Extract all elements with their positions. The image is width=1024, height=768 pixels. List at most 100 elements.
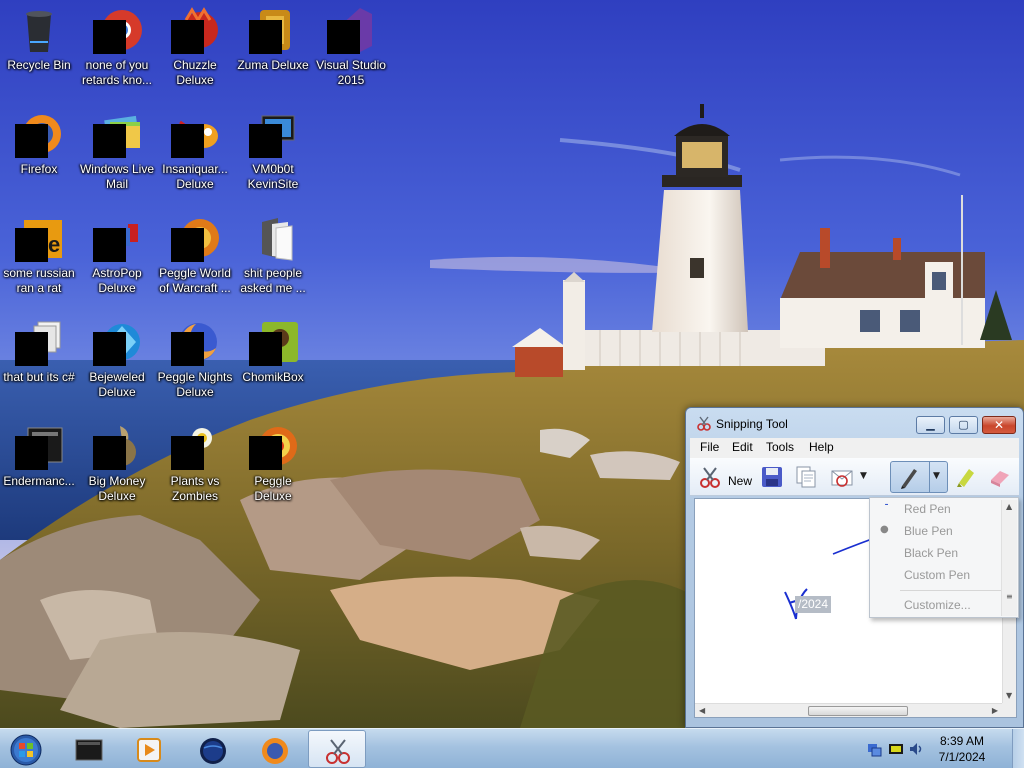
toolbar: New ▼ ▼	[690, 458, 1019, 496]
clock-time: 8:39 AM	[939, 734, 985, 748]
desktop-icon-chomikbox[interactable]: ChomikBox	[234, 312, 312, 412]
close-button[interactable]: ✕	[982, 416, 1016, 434]
clock[interactable]: 8:39 AM 7/1/2024	[922, 733, 1002, 765]
desktop-icon-peggle-wow[interactable]: Peggle World of Warcraft ...	[156, 208, 234, 308]
maximize-button[interactable]: ▢	[949, 416, 978, 434]
eraser-icon	[991, 471, 1009, 487]
start-button[interactable]	[2, 730, 50, 768]
globe-icon	[200, 738, 226, 764]
network-icon[interactable]	[866, 741, 882, 757]
desktop-icon-chrome-shortcut[interactable]: none of you retards kno...	[78, 0, 156, 100]
taskbar-snipping-tool-button[interactable]	[308, 730, 366, 768]
desktop-icon-chuzzle-deluxe[interactable]: Chuzzle Deluxe	[156, 0, 234, 100]
desktop-icon-label: Peggle World of Warcraft ...	[159, 266, 231, 295]
scroll-up-icon[interactable]: ▲	[1006, 502, 1012, 511]
menu-item-customize[interactable]: Customize...	[904, 598, 971, 612]
desktop-icon-zuma-deluxe[interactable]: Zuma Deluxe	[234, 0, 312, 100]
eraser-button[interactable]	[986, 463, 1014, 491]
desktop-icon-label: ChomikBox	[242, 370, 304, 384]
menu-scrollbar[interactable]: ▲ ≡	[1001, 500, 1017, 616]
split-divider	[929, 462, 930, 492]
title-bar[interactable]: Snipping Tool ▁ ▢ ✕	[686, 408, 1023, 438]
system-tray: 8:39 AM 7/1/2024	[854, 729, 1024, 768]
envelope-icon	[831, 470, 853, 487]
redaction-box	[15, 228, 48, 262]
terminal-icon	[75, 739, 103, 761]
menu-item-custom-pen[interactable]: Custom Pen	[904, 568, 970, 582]
redaction-box	[171, 436, 204, 470]
dropdown-arrow-icon[interactable]: ▼	[860, 471, 867, 481]
redaction-box	[15, 124, 48, 158]
desktop-icon-astropop[interactable]: AstroPop Deluxe	[78, 208, 156, 308]
desktop-icon-visual-studio[interactable]: Visual Studio 2015	[312, 0, 390, 100]
redaction-box	[15, 436, 48, 470]
desktop-icon-label: shit people asked me ...	[240, 266, 306, 295]
desktop-icon-label: Peggle Deluxe	[254, 474, 292, 503]
desktop-icon-label: Endermanc...	[3, 474, 75, 488]
svg-text:e: e	[48, 232, 60, 257]
copy-button[interactable]	[792, 463, 820, 491]
pen-color-swatch-icon: ⁃	[884, 500, 889, 511]
desktop-icon-firefox[interactable]: Firefox	[0, 104, 78, 204]
save-button[interactable]	[758, 463, 786, 491]
menu-edit[interactable]: Edit	[732, 440, 753, 454]
desktop-icon-label: none of you retards kno...	[81, 58, 153, 87]
desktop-icon-windows-live-mail[interactable]: Windows Live Mail	[78, 104, 156, 204]
new-snip-button[interactable]: New	[694, 463, 754, 491]
folder-icon	[262, 218, 293, 261]
desktop-icon-vm0b0t[interactable]: VM0b0t KevinSite	[234, 104, 312, 204]
monitor-tray-icon[interactable]	[888, 741, 904, 757]
copy-icon	[796, 466, 816, 488]
scrollbar-thumb[interactable]	[808, 706, 908, 716]
show-desktop-button[interactable]	[1012, 729, 1024, 768]
captured-date-text: /2024	[795, 596, 832, 613]
redaction-box	[171, 332, 204, 366]
desktop-icon-label: AstroPop Deluxe	[92, 266, 142, 295]
size-grip	[1002, 703, 1016, 717]
desktop-icon-insaniquarium[interactable]: Insaniquar... Deluxe	[156, 104, 234, 204]
taskbar-firefox-button[interactable]	[246, 730, 302, 768]
new-label: New	[728, 474, 753, 488]
scroll-down-icon[interactable]: ▼	[1006, 691, 1012, 700]
desktop-icon-some-russian[interactable]: e some russian ran a rat	[0, 208, 78, 308]
taskbar-terminal-button[interactable]	[60, 730, 116, 768]
menu-file[interactable]: File	[700, 440, 719, 454]
scroll-right-icon[interactable]: ▶	[992, 706, 998, 715]
pen-button[interactable]: ▼	[890, 461, 948, 493]
desktop-icon-endermanch[interactable]: Endermanc...	[0, 416, 78, 516]
menu-item-black-pen[interactable]: Black Pen	[904, 546, 958, 560]
redaction-box	[171, 228, 204, 262]
taskbar-globe-button[interactable]	[184, 730, 240, 768]
desktop-icon-recycle-bin[interactable]: Recycle Bin	[0, 0, 78, 100]
menu-help[interactable]: Help	[809, 440, 834, 454]
redaction-box	[171, 20, 204, 54]
menu-item-blue-pen[interactable]: Blue Pen	[904, 524, 953, 538]
desktop-icon-label: Plants vs Zombies	[170, 474, 220, 503]
menu-item-red-pen[interactable]: Red Pen	[904, 502, 951, 516]
highlighter-button[interactable]	[952, 463, 978, 491]
horizontal-scrollbar[interactable]: ◀ ▶	[695, 703, 1002, 717]
pen-dropdown-arrow-icon[interactable]: ▼	[933, 471, 940, 481]
desktop-icon-peggle-deluxe[interactable]: Peggle Deluxe	[234, 416, 312, 516]
selected-bullet-icon: ●	[880, 524, 889, 535]
redaction-box	[249, 436, 282, 470]
redaction-box	[93, 228, 126, 262]
scroll-grip-icon[interactable]: ≡	[1006, 592, 1013, 601]
desktop-icon-label: Zuma Deluxe	[237, 58, 309, 72]
desktop-icon-plants-vs-zombies[interactable]: Plants vs Zombies	[156, 416, 234, 516]
scroll-left-icon[interactable]: ◀	[699, 706, 705, 715]
desktop-icon-peggle-nights[interactable]: Peggle Nights Deluxe	[156, 312, 234, 412]
pen-icon	[901, 469, 917, 489]
desktop-icon-label: Big Money Deluxe	[88, 474, 146, 503]
desktop-icon-bejeweled[interactable]: Bejeweled Deluxe	[78, 312, 156, 412]
desktop-icon-big-money[interactable]: Big Money Deluxe	[78, 416, 156, 516]
taskbar-media-player-button[interactable]	[120, 730, 176, 768]
desktop-icon-shit-people-asked[interactable]: shit people asked me ...	[234, 208, 312, 308]
desktop-icon-label: Recycle Bin	[7, 58, 71, 72]
minimize-button[interactable]: ▁	[916, 416, 945, 434]
send-snip-button[interactable]: ▼	[828, 463, 872, 491]
floppy-disk-icon	[762, 467, 782, 487]
desktop-icon-that-but-its-csharp[interactable]: that but its c#	[0, 312, 78, 412]
redaction-box	[327, 20, 360, 54]
menu-tools[interactable]: Tools	[766, 440, 794, 454]
